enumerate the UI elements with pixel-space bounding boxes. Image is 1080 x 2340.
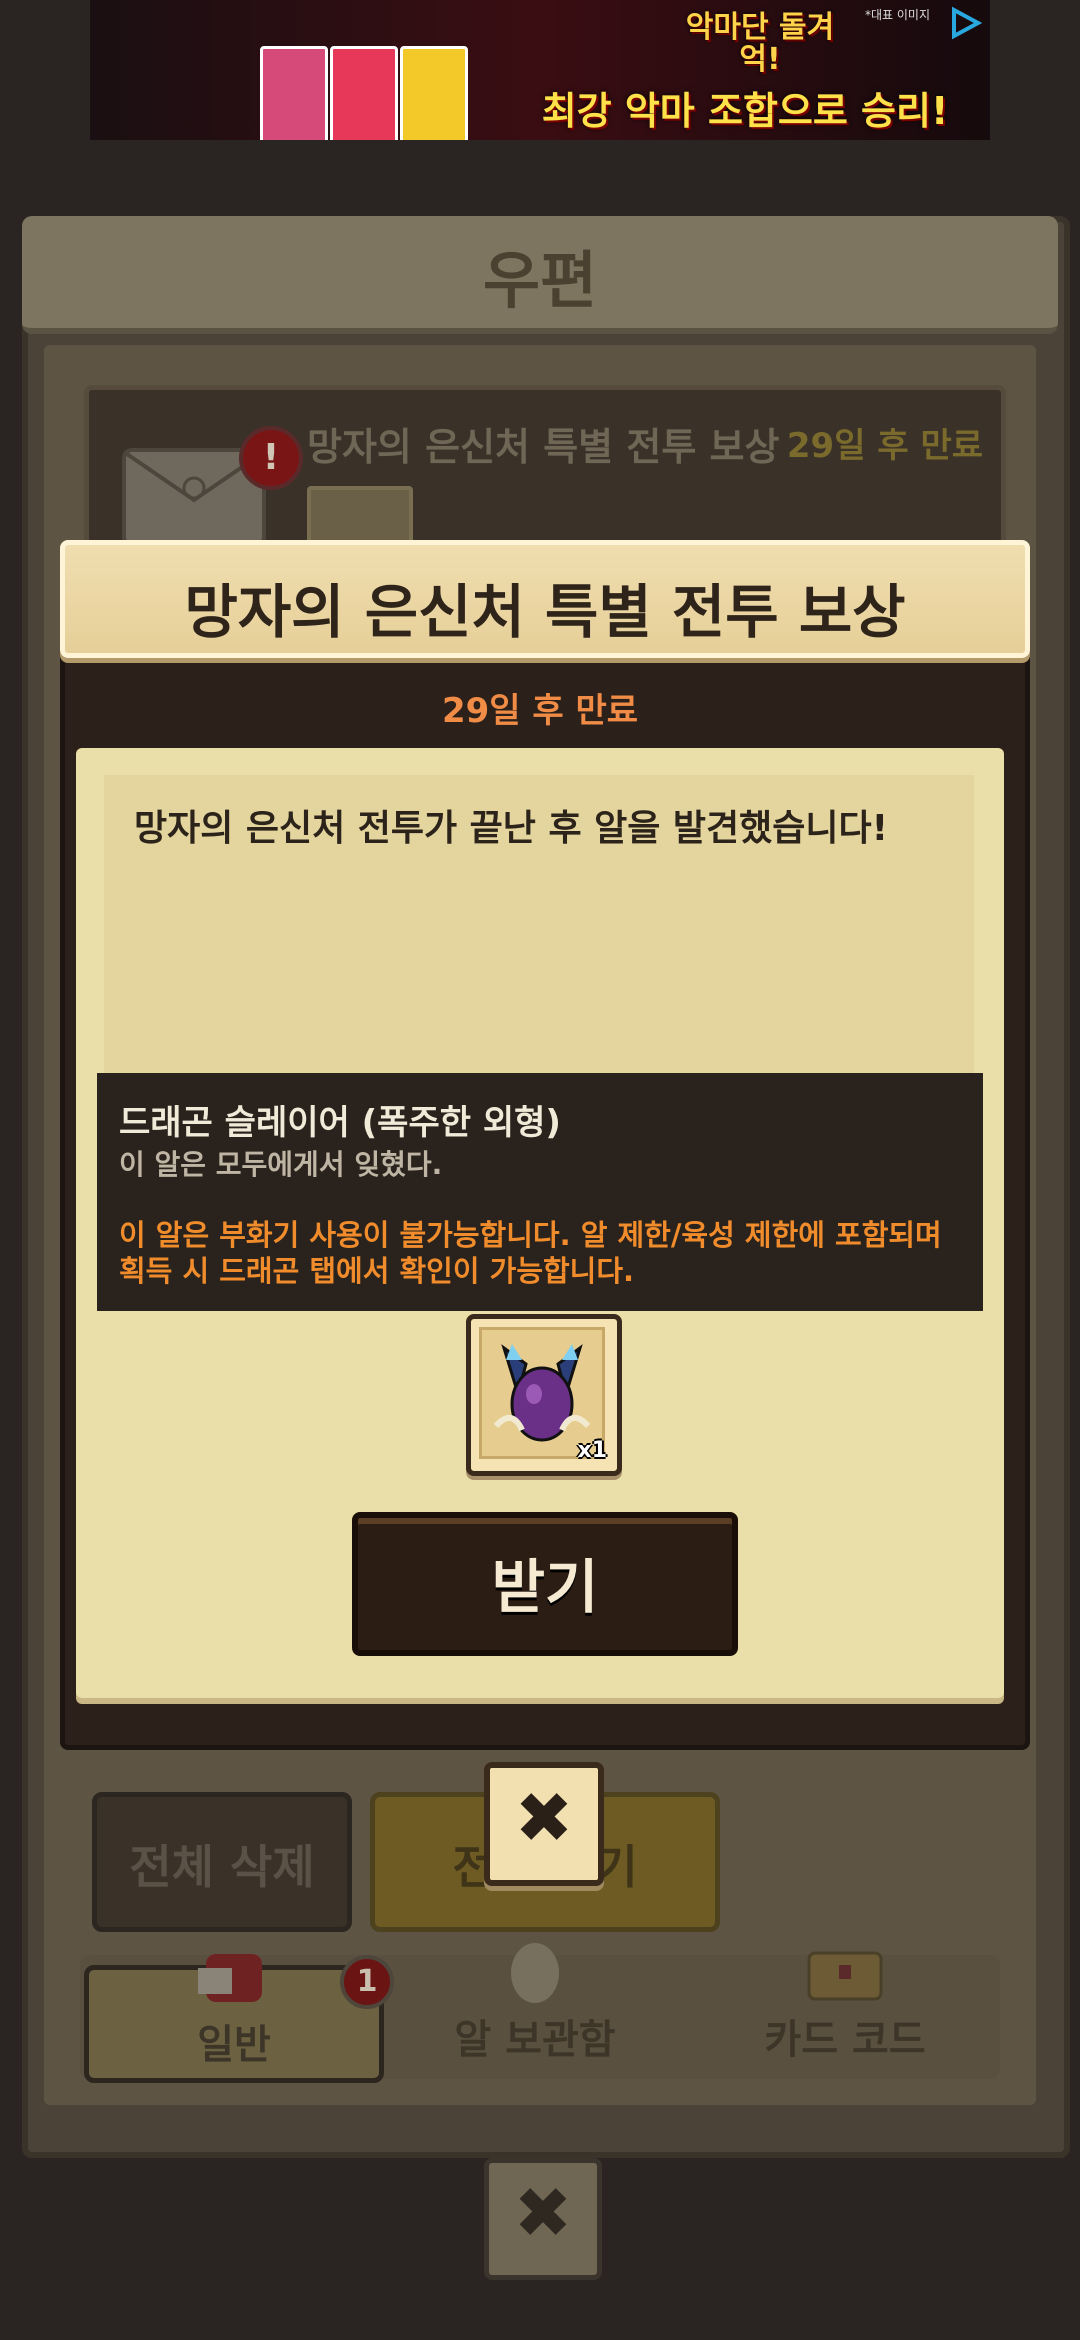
item-tooltip: 드래곤 슬레이어 (폭주한 외형) 이 알은 모두에게서 잊혔다. 이 알은 부… bbox=[97, 1073, 983, 1311]
modal-title: 망자의 은신처 특별 전투 보상 bbox=[184, 578, 906, 646]
close-icon: ✖ bbox=[514, 1777, 574, 1859]
mail-item-expire: 29일 후 만료 bbox=[786, 426, 983, 466]
reward-quantity: x1 bbox=[577, 1438, 608, 1463]
close-mail-button[interactable]: ✖ bbox=[484, 2158, 602, 2280]
modal-header: 망자의 은신처 특별 전투 보상 bbox=[60, 540, 1030, 658]
tab-general[interactable]: 일반 bbox=[84, 1954, 384, 2083]
alert-icon: ! bbox=[239, 426, 303, 490]
ad-subtitle: 최강 악마 조합으로 승리! bbox=[541, 89, 949, 133]
message-box: 망자의 은신처 전투가 끝난 후 알을 발견했습니다! bbox=[104, 775, 974, 1075]
item-warning: 이 알은 부화기 사용이 불가능합니다. 알 제한/육성 제한에 포함되며 획득… bbox=[119, 1217, 979, 1289]
egg-icon bbox=[511, 1943, 559, 2003]
mail-item-title: 망자의 은신처 특별 전투 보상 bbox=[307, 425, 780, 469]
receive-button[interactable]: 받기 bbox=[352, 1512, 738, 1656]
delete-all-label: 전체 삭제 bbox=[129, 1840, 315, 1894]
treasure-chest-icon bbox=[807, 1951, 883, 2001]
ad-notice: *대표 이미지 bbox=[864, 8, 930, 22]
item-name: 드래곤 슬레이어 (폭주한 외형) bbox=[119, 1103, 561, 1143]
ad-choices-icon[interactable] bbox=[948, 6, 982, 40]
notification-badge: 1 bbox=[340, 1955, 394, 2009]
reward-item-slot[interactable]: x1 bbox=[466, 1314, 622, 1476]
item-warning-line2: 획득 시 드래곤 탭에서 확인이 가능합니다. bbox=[119, 1254, 635, 1288]
tab-egg-storage[interactable]: 알 보관함 bbox=[390, 1943, 680, 2073]
delete-all-button[interactable]: 전체 삭제 bbox=[92, 1792, 352, 1932]
tab-card-label: 카드 코드 bbox=[764, 2017, 926, 2063]
modal-expire: 29일 후 만료 bbox=[441, 691, 639, 731]
tab-general-label: 일반 bbox=[197, 2022, 271, 2068]
ad-banner[interactable]: 악마단 돌겨억! 최강 악마 조합으로 승리! *대표 이미지 bbox=[90, 0, 990, 140]
message-text: 망자의 은신처 전투가 끝난 후 알을 발견했습니다! bbox=[134, 808, 889, 849]
item-description: 이 알은 모두에게서 잊혔다. bbox=[119, 1148, 443, 1181]
tab-egg-label: 알 보관함 bbox=[454, 2017, 616, 2063]
tab-card-code[interactable]: 카드 코드 bbox=[700, 1951, 990, 2073]
mail-title-bar: 우편 bbox=[22, 216, 1058, 334]
page-title: 우편 bbox=[482, 244, 598, 317]
close-icon: ✖ bbox=[513, 2172, 573, 2254]
item-warning-line1: 이 알은 부화기 사용이 불가능합니다. 알 제한/육성 제한에 포함되며 bbox=[119, 1218, 942, 1252]
mail-bag-icon bbox=[198, 1954, 262, 2002]
close-modal-button[interactable]: ✖ bbox=[484, 1762, 604, 1886]
ad-title: 악마단 돌겨억! bbox=[685, 10, 835, 77]
receive-button-label: 받기 bbox=[491, 1553, 599, 1621]
